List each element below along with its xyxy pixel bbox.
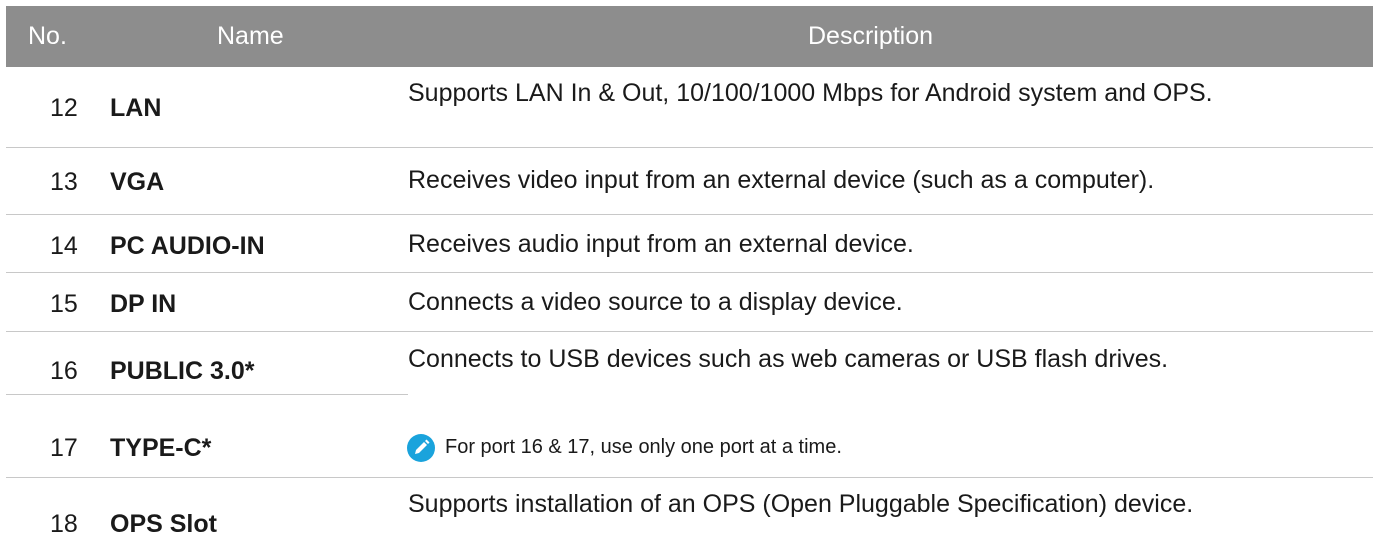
row-description: Supports LAN In & Out, 10/100/1000 Mbps … bbox=[408, 79, 1213, 107]
note-text: For port 16 & 17, use only one port at a… bbox=[445, 436, 842, 458]
row-name: OPS Slot bbox=[110, 510, 217, 538]
row-no: 15 bbox=[50, 290, 78, 318]
header-name: Name bbox=[217, 22, 284, 50]
table-row: 15 DP IN Connects a video source to a di… bbox=[6, 273, 1373, 331]
table-row: 13 VGA Receives video input from an exte… bbox=[6, 148, 1373, 214]
table-row: 14 PC AUDIO-IN Receives audio input from… bbox=[6, 215, 1373, 272]
row-no: 18 bbox=[50, 510, 78, 538]
header-no: No. bbox=[28, 22, 67, 50]
row-description: Connects to USB devices such as web came… bbox=[408, 345, 1169, 373]
row-no: 12 bbox=[50, 94, 78, 122]
pencil-icon bbox=[407, 434, 435, 462]
header-description: Description bbox=[808, 22, 934, 50]
row-name: LAN bbox=[110, 94, 162, 122]
row-name: TYPE-C* bbox=[110, 434, 212, 462]
row-no: 17 bbox=[50, 434, 78, 462]
row-no: 13 bbox=[50, 168, 78, 196]
table-header: No. Name Description bbox=[6, 6, 1373, 67]
row-no: 16 bbox=[50, 357, 78, 385]
row-name: PUBLIC 3.0* bbox=[110, 357, 255, 385]
row-name: PC AUDIO-IN bbox=[110, 232, 265, 260]
row-description: Receives audio input from an external de… bbox=[408, 230, 914, 258]
row-description: Supports installation of an OPS (Open Pl… bbox=[408, 490, 1194, 518]
row-name: VGA bbox=[110, 168, 165, 196]
table-row: 18 OPS Slot Supports installation of an … bbox=[6, 478, 1373, 560]
row-name: DP IN bbox=[110, 290, 177, 318]
port-description-table: No. Name Description 12 LAN Supports LAN… bbox=[6, 6, 1373, 560]
table-row: 12 LAN Supports LAN In & Out, 10/100/100… bbox=[6, 67, 1373, 147]
row-description: Receives video input from an external de… bbox=[408, 166, 1155, 194]
row-no: 14 bbox=[50, 232, 78, 260]
row-description: Connects a video source to a display dev… bbox=[408, 288, 903, 316]
